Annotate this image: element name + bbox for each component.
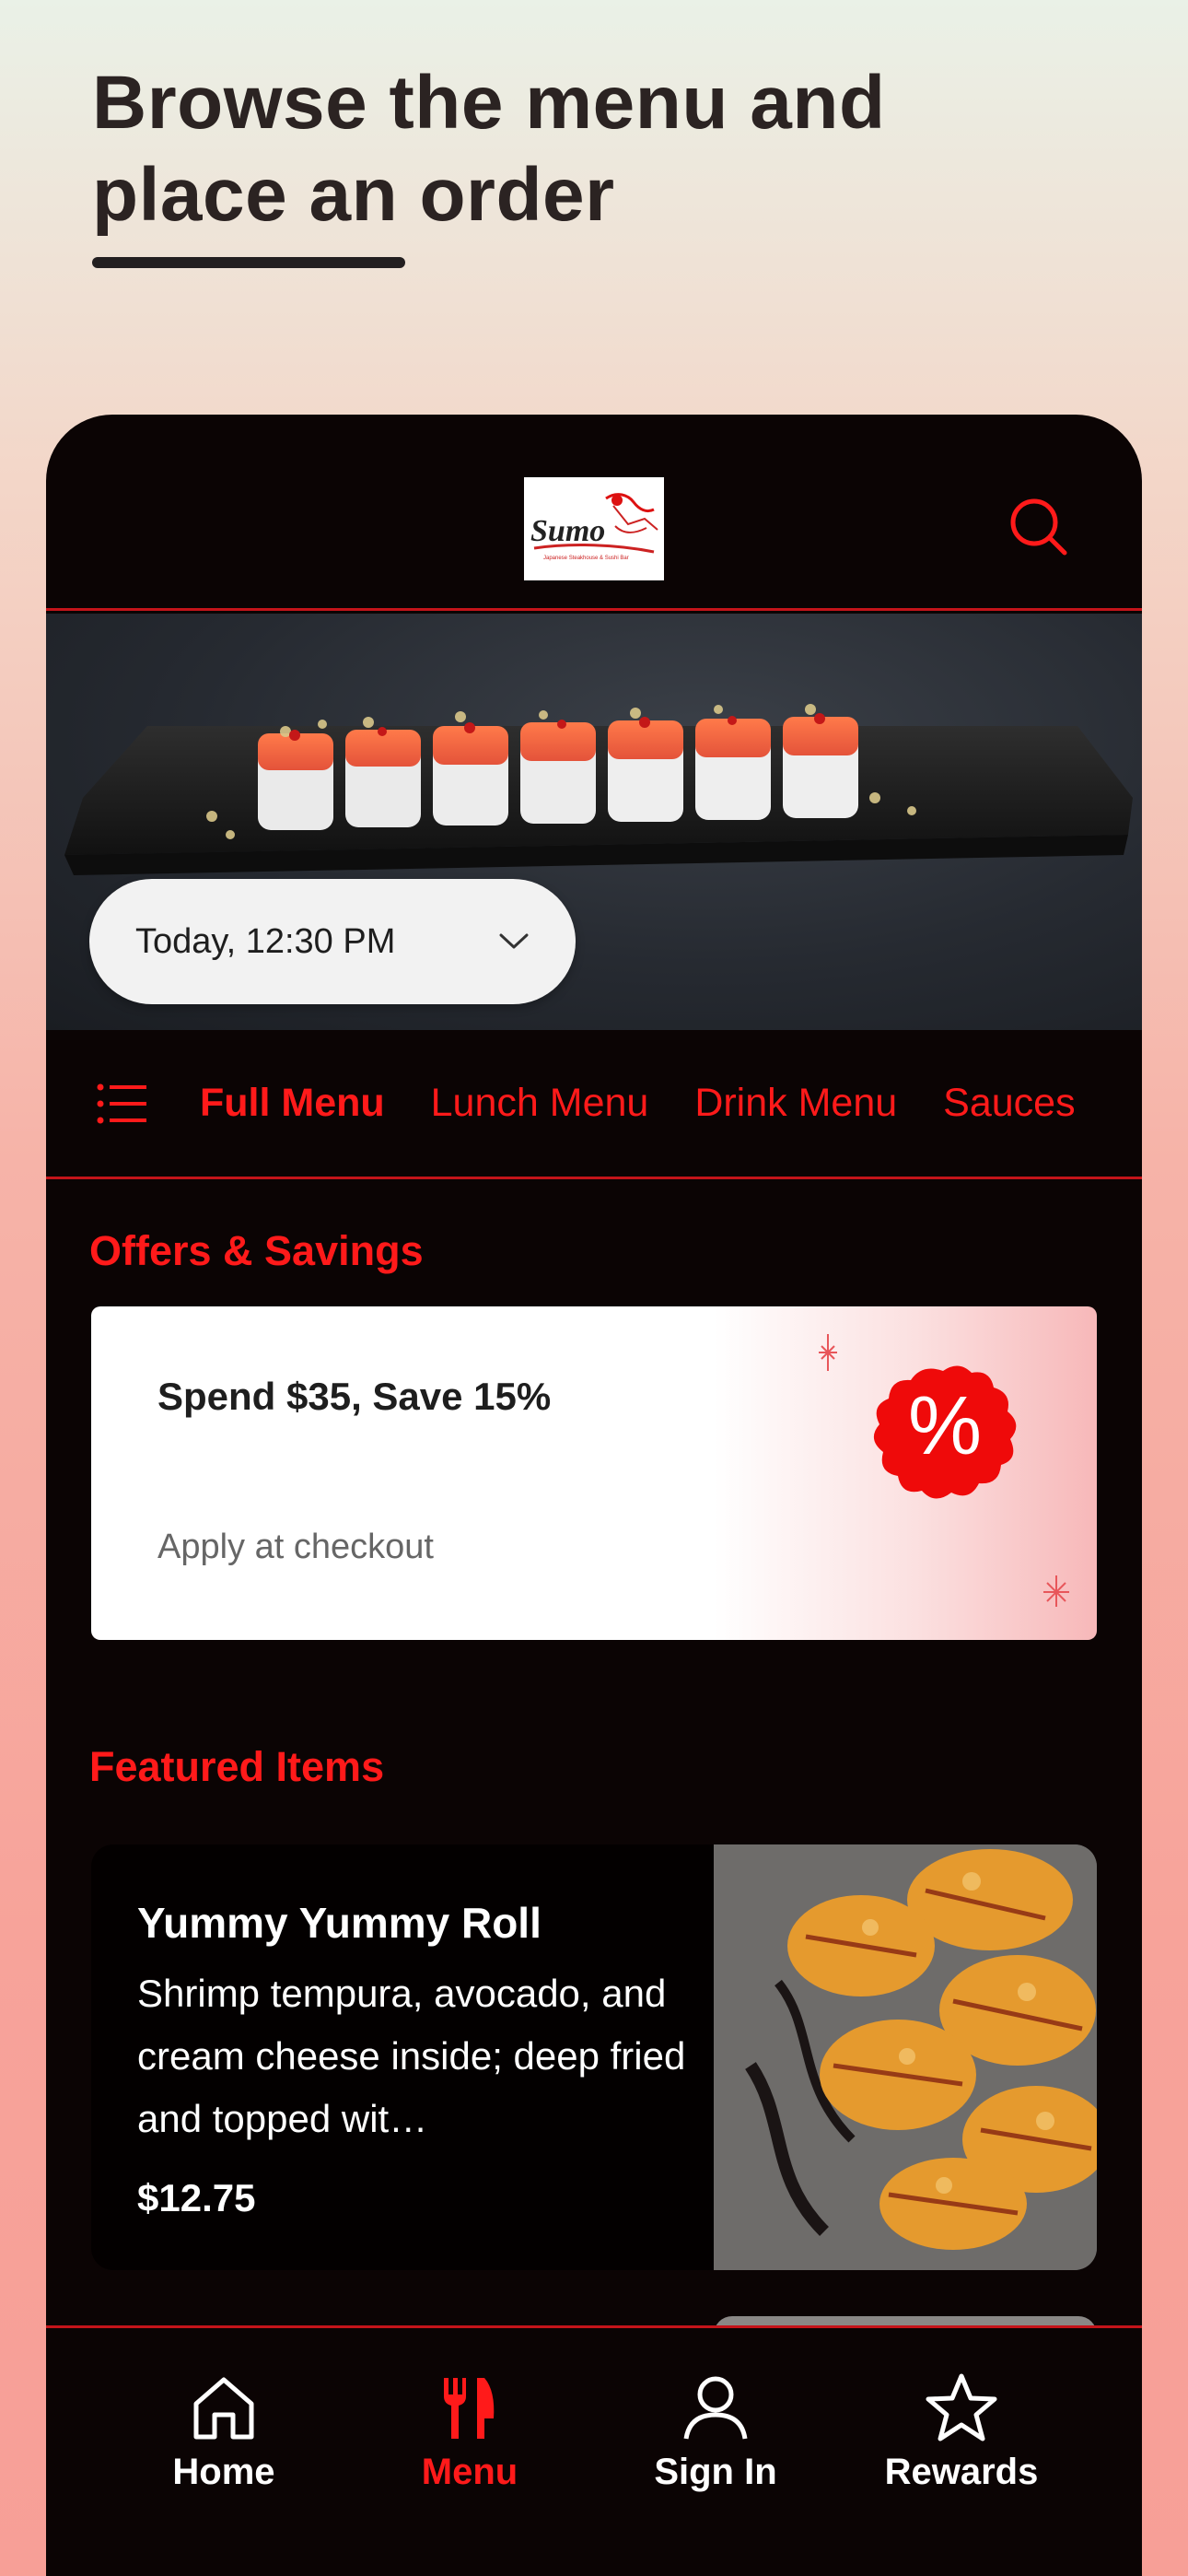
- search-icon: [1010, 498, 1067, 556]
- roll-photo-image: [714, 1844, 1097, 2270]
- bottom-navigation: Home Menu Sign In Rewards: [46, 2325, 1142, 2576]
- menu-tabs: Full Menu Lunch Menu Drink Menu Sauces: [46, 1030, 1142, 1179]
- headline-line-2: place an order: [92, 153, 615, 237]
- nav-menu[interactable]: Menu: [359, 2372, 580, 2493]
- hero-image: Today, 12:30 PM: [46, 614, 1142, 1030]
- headline-underline: [92, 257, 405, 268]
- offer-subtitle: Apply at checkout: [157, 1528, 434, 1566]
- offer-card[interactable]: Spend $35, Save 15% Apply at checkout %: [91, 1306, 1097, 1640]
- search-button[interactable]: [1006, 494, 1072, 560]
- chevron-down-icon: [499, 933, 529, 949]
- list-icon: [97, 1083, 146, 1123]
- offer-title: Spend $35, Save 15%: [157, 1375, 552, 1418]
- page-headline: Browse the menu and place an order: [92, 57, 1105, 241]
- headline-line-1: Browse the menu and: [92, 61, 886, 145]
- tab-drink-menu[interactable]: Drink Menu: [694, 1081, 897, 1126]
- sumo-logo-icon: Sumo Japanese Steakhouse & Sushi Bar: [525, 478, 663, 580]
- logo-subtext: Japanese Steakhouse & Sushi Bar: [543, 556, 629, 561]
- fork-knife-icon: [444, 2378, 495, 2439]
- nav-sign-in-label: Sign In: [654, 2452, 777, 2492]
- restaurant-logo[interactable]: Sumo Japanese Steakhouse & Sushi Bar: [524, 477, 664, 580]
- nav-sign-in[interactable]: Sign In: [605, 2372, 826, 2493]
- nav-menu-label: Menu: [421, 2452, 518, 2492]
- nav-home[interactable]: Home: [113, 2372, 334, 2493]
- user-icon: [683, 2376, 748, 2440]
- tab-full-menu[interactable]: Full Menu: [200, 1081, 385, 1126]
- logo-text: Sumo: [530, 514, 605, 548]
- app-header: Sumo Japanese Steakhouse & Sushi Bar: [46, 415, 1142, 611]
- app-screen: Sumo Japanese Steakhouse & Sushi Bar Tod…: [46, 415, 1142, 2576]
- order-time-value: Today, 12:30 PM: [135, 921, 396, 961]
- badge-symbol: %: [908, 1380, 982, 1472]
- tab-sauces[interactable]: Sauces: [943, 1081, 1075, 1126]
- item-name: Yummy Yummy Roll: [137, 1899, 542, 1947]
- order-time-selector[interactable]: Today, 12:30 PM: [89, 879, 576, 1004]
- menu-list-button[interactable]: [97, 1083, 148, 1124]
- item-image: [714, 1844, 1097, 2270]
- home-icon: [193, 2377, 254, 2440]
- featured-section-title: Featured Items: [89, 1743, 385, 1790]
- item-description: Shrimp tempura, avocado, and cream chees…: [137, 1972, 686, 2140]
- tab-lunch-menu[interactable]: Lunch Menu: [431, 1081, 649, 1126]
- discount-badge-icon: %: [819, 1334, 1069, 1607]
- nav-rewards[interactable]: Rewards: [851, 2372, 1072, 2493]
- nav-rewards-label: Rewards: [884, 2452, 1039, 2492]
- star-icon: [926, 2373, 997, 2441]
- nav-home-label: Home: [172, 2452, 275, 2492]
- featured-item-card[interactable]: Yummy Yummy Roll Shrimp tempura, avocado…: [91, 1844, 1097, 2270]
- item-price: $12.75: [137, 2176, 256, 2219]
- offers-section-title: Offers & Savings: [89, 1227, 424, 1274]
